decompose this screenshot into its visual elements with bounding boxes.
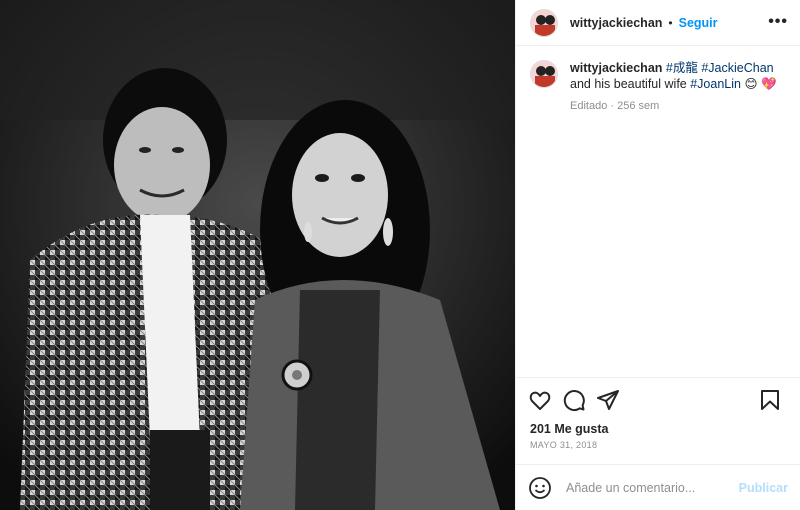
black-and-white-photo xyxy=(0,0,515,510)
caption-avatar[interactable] xyxy=(530,60,558,88)
comment-bar: Publicar xyxy=(516,464,800,510)
share-icon[interactable] xyxy=(596,388,620,412)
publish-button[interactable]: Publicar xyxy=(739,481,788,495)
emoji-icon[interactable] xyxy=(528,476,552,500)
follow-button[interactable]: Seguir xyxy=(679,16,718,30)
hashtag-link[interactable]: #JoanLin xyxy=(690,77,741,91)
more-options-icon[interactable]: ••• xyxy=(768,13,788,31)
caption-username[interactable]: wittyjackiechan xyxy=(570,61,662,75)
heart-icon[interactable] xyxy=(528,388,552,412)
avatar-image xyxy=(531,9,557,36)
header-username[interactable]: wittyjackiechan xyxy=(570,16,662,30)
comment-input[interactable] xyxy=(564,479,739,496)
hashtag-link[interactable]: #成龍 xyxy=(666,61,698,75)
comment-icon[interactable] xyxy=(562,388,586,412)
hashtag-link[interactable]: #JackieChan xyxy=(701,61,773,75)
separator-dot: • xyxy=(668,15,673,30)
caption-text: wittyjackiechan #成龍 #JackieChan and his … xyxy=(570,60,786,114)
action-bar xyxy=(516,377,800,422)
post-photo[interactable] xyxy=(0,0,515,510)
bookmark-icon[interactable] xyxy=(758,388,782,412)
post-sidebar: wittyjackiechan • Seguir ••• wittyjackie… xyxy=(515,0,800,510)
avatar-image xyxy=(531,61,557,87)
likes-count[interactable]: 201 Me gusta xyxy=(516,422,800,436)
post-header: wittyjackiechan • Seguir ••• xyxy=(516,0,800,46)
avatar[interactable] xyxy=(530,8,558,37)
caption-emoji: 😊 💖 xyxy=(744,77,777,91)
caption-body: and his beautiful wife xyxy=(570,77,687,91)
post-date: MAYO 31, 2018 xyxy=(530,440,598,450)
caption-block: wittyjackiechan #成龍 #JackieChan and his … xyxy=(516,46,800,377)
caption-meta: Editado · 256 sem xyxy=(570,100,660,112)
instagram-post: wittyjackiechan • Seguir ••• wittyjackie… xyxy=(0,0,800,510)
